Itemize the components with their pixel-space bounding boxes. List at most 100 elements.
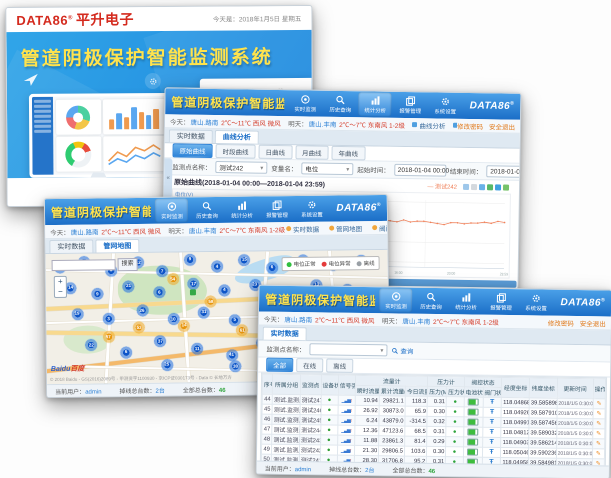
curve-type-tab[interactable]: 日曲线 bbox=[258, 145, 292, 160]
online-filter-tab[interactable]: 离线 bbox=[326, 358, 353, 372]
zoom-out-button[interactable]: − bbox=[58, 287, 63, 297]
curve-type-tab[interactable]: 年曲线 bbox=[331, 146, 365, 161]
operation-icon[interactable]: ✎ bbox=[596, 441, 601, 447]
header-logo: DATA86® bbox=[560, 297, 605, 309]
page-tab[interactable]: 曲线分析 bbox=[215, 130, 259, 144]
change-password-link[interactable]: 修改密码 bbox=[457, 120, 483, 130]
map-marker[interactable]: 6 bbox=[265, 261, 278, 274]
nav-item[interactable]: 系统设置 bbox=[519, 290, 552, 314]
nav-item[interactable]: 报警管理 bbox=[484, 290, 517, 314]
logout-link[interactable]: 安全退出 bbox=[580, 318, 606, 328]
map-search-input[interactable] bbox=[52, 259, 116, 271]
operation-icon[interactable]: ✎ bbox=[596, 431, 601, 437]
map-marker[interactable]: 4 bbox=[211, 260, 224, 273]
col-flow-today[interactable]: 今日流量(m³) bbox=[405, 386, 428, 396]
col-pressure[interactable]: 压力(MPa) bbox=[428, 386, 447, 396]
operation-icon[interactable]: ✎ bbox=[597, 401, 602, 407]
start-time-input[interactable]: 2018-01-04 00:00 bbox=[394, 164, 446, 177]
map-marker[interactable]: 21 bbox=[122, 280, 135, 293]
map-marker[interactable]: 9 bbox=[183, 253, 196, 266]
curve-type-tab[interactable]: 时段曲线 bbox=[215, 144, 255, 159]
col-signal[interactable]: 信号强度 bbox=[338, 375, 355, 395]
page-tab[interactable]: 管网地图 bbox=[95, 239, 139, 253]
nav-item[interactable]: 报警管理 bbox=[260, 197, 293, 221]
map-view-button[interactable]: 实时数据 bbox=[286, 223, 319, 233]
nav-item[interactable]: 系统设置 bbox=[429, 93, 462, 118]
nav-item[interactable]: 实时监测 bbox=[155, 198, 188, 222]
col-latitude[interactable]: 纬度坐标 bbox=[529, 378, 557, 398]
zoom-in-button[interactable]: + bbox=[58, 277, 63, 287]
collapse-panel-handle[interactable]: « bbox=[164, 158, 173, 198]
nav-item[interactable]: 系统设置 bbox=[295, 197, 328, 221]
online-filter-tab[interactable]: 在线 bbox=[296, 358, 323, 372]
chart-tool-icon[interactable] bbox=[463, 183, 469, 189]
curve-type-tab[interactable]: 月曲线 bbox=[295, 145, 329, 160]
col-battery[interactable]: 电池状态 bbox=[464, 387, 483, 397]
operation-icon[interactable]: ✎ bbox=[596, 411, 601, 417]
mode-tab[interactable]: 曲线分析 bbox=[412, 120, 445, 131]
chart-tool-icon[interactable] bbox=[471, 184, 477, 190]
operation-icon[interactable]: ✎ bbox=[596, 421, 601, 427]
col-device-status[interactable]: 设备状态 bbox=[321, 375, 338, 395]
logout-link[interactable]: 安全退出 bbox=[489, 121, 515, 131]
nav-item[interactable]: 历史查询 bbox=[324, 92, 357, 117]
col-flow-inst[interactable]: 瞬时流量(m³/h) bbox=[355, 385, 379, 395]
map-view-button[interactable]: 阀门地图 bbox=[372, 222, 387, 232]
chart-tool-icon[interactable] bbox=[495, 184, 501, 190]
nav-item[interactable]: 历史查询 bbox=[414, 289, 447, 313]
map-marker[interactable]: 6 bbox=[153, 286, 166, 299]
map-marker[interactable]: 54 bbox=[166, 272, 179, 285]
nav-item[interactable]: 实时监测 bbox=[289, 91, 322, 116]
map-search-button[interactable]: 搜索 bbox=[118, 258, 138, 271]
col-name[interactable]: 监测点 bbox=[300, 375, 321, 395]
variable-select[interactable]: 电位▾ bbox=[301, 162, 353, 175]
weather-segment: 今天： bbox=[170, 119, 190, 126]
change-password-link[interactable]: 修改密码 bbox=[548, 317, 574, 327]
curve-type-tab[interactable]: 原始曲线 bbox=[172, 143, 212, 158]
chart-tool-icon[interactable] bbox=[487, 184, 493, 190]
map-marker[interactable]: 37 bbox=[153, 335, 166, 348]
map-marker[interactable]: 6 bbox=[119, 346, 132, 359]
query-button[interactable]: 查询 bbox=[391, 345, 413, 355]
cell-group: 测试.监测点 bbox=[272, 424, 300, 434]
nav-item[interactable]: 统计分析 bbox=[359, 92, 392, 117]
end-time-input[interactable]: 2018-01-04 23:59 bbox=[486, 165, 519, 178]
page-tab[interactable]: 实时数据 bbox=[263, 327, 307, 341]
weather-text: 今天：唐山.路南 2℃～11℃ 西风 微风 明天：唐山.丰南 2℃～7℃ 东南风… bbox=[264, 313, 500, 326]
chart-tool-icon[interactable] bbox=[479, 184, 485, 190]
online-filter-tab[interactable]: 全部 bbox=[266, 358, 293, 372]
map-marker[interactable]: 26 bbox=[136, 304, 149, 317]
map-marker[interactable]: 5 bbox=[228, 313, 241, 326]
map-marker[interactable]: 9 bbox=[91, 288, 104, 301]
col-valve[interactable]: 阀门状态 bbox=[483, 387, 502, 397]
nav-item[interactable]: 报警管理 bbox=[394, 93, 427, 118]
nav-item[interactable]: 实时监测 bbox=[379, 288, 412, 312]
nav-item[interactable]: 历史查询 bbox=[190, 198, 223, 222]
site-select[interactable]: ▾ bbox=[309, 343, 387, 356]
map-marker[interactable]: 57 bbox=[102, 330, 115, 343]
col-group[interactable]: 所属分组 bbox=[273, 374, 301, 394]
col-no[interactable]: 序号 bbox=[262, 374, 273, 394]
map-view-button[interactable]: 管网地图 bbox=[329, 223, 362, 233]
cell-latitude: 39.589032 bbox=[529, 428, 557, 438]
map-marker[interactable] bbox=[190, 289, 196, 295]
map-marker[interactable]: 10 bbox=[167, 313, 180, 326]
col-pressure-status[interactable]: 压力状态 bbox=[447, 387, 464, 397]
site-select[interactable]: 测试242▾ bbox=[215, 161, 267, 174]
col-longitude[interactable]: 经度坐标 bbox=[502, 377, 530, 397]
cell-flow-today: 68.5 bbox=[405, 426, 428, 436]
map-marker[interactable]: 4 bbox=[218, 284, 231, 297]
col-flow-total[interactable]: 累计流量(m³) bbox=[379, 386, 405, 396]
page-tab[interactable]: 实时数据 bbox=[49, 240, 93, 254]
page-tab[interactable]: 实时数据 bbox=[169, 129, 213, 143]
col-update-time[interactable]: 更新时间 bbox=[557, 378, 593, 399]
chart-tool-icon[interactable] bbox=[503, 184, 509, 190]
map-marker[interactable]: 30 bbox=[229, 360, 242, 373]
weather-text: 今天：唐山.路南 2℃～11℃ 西风 微风 明天：唐山.丰南 2℃～7℃ 东南风… bbox=[50, 224, 286, 237]
map-marker[interactable]: 3 bbox=[102, 312, 115, 325]
nav-item[interactable]: 统计分析 bbox=[225, 197, 258, 221]
nav-item[interactable]: 统计分析 bbox=[449, 289, 482, 313]
map-marker[interactable]: 19 bbox=[71, 307, 84, 320]
operation-icon[interactable]: ✎ bbox=[596, 451, 601, 457]
map-marker[interactable]: 25 bbox=[160, 358, 173, 371]
